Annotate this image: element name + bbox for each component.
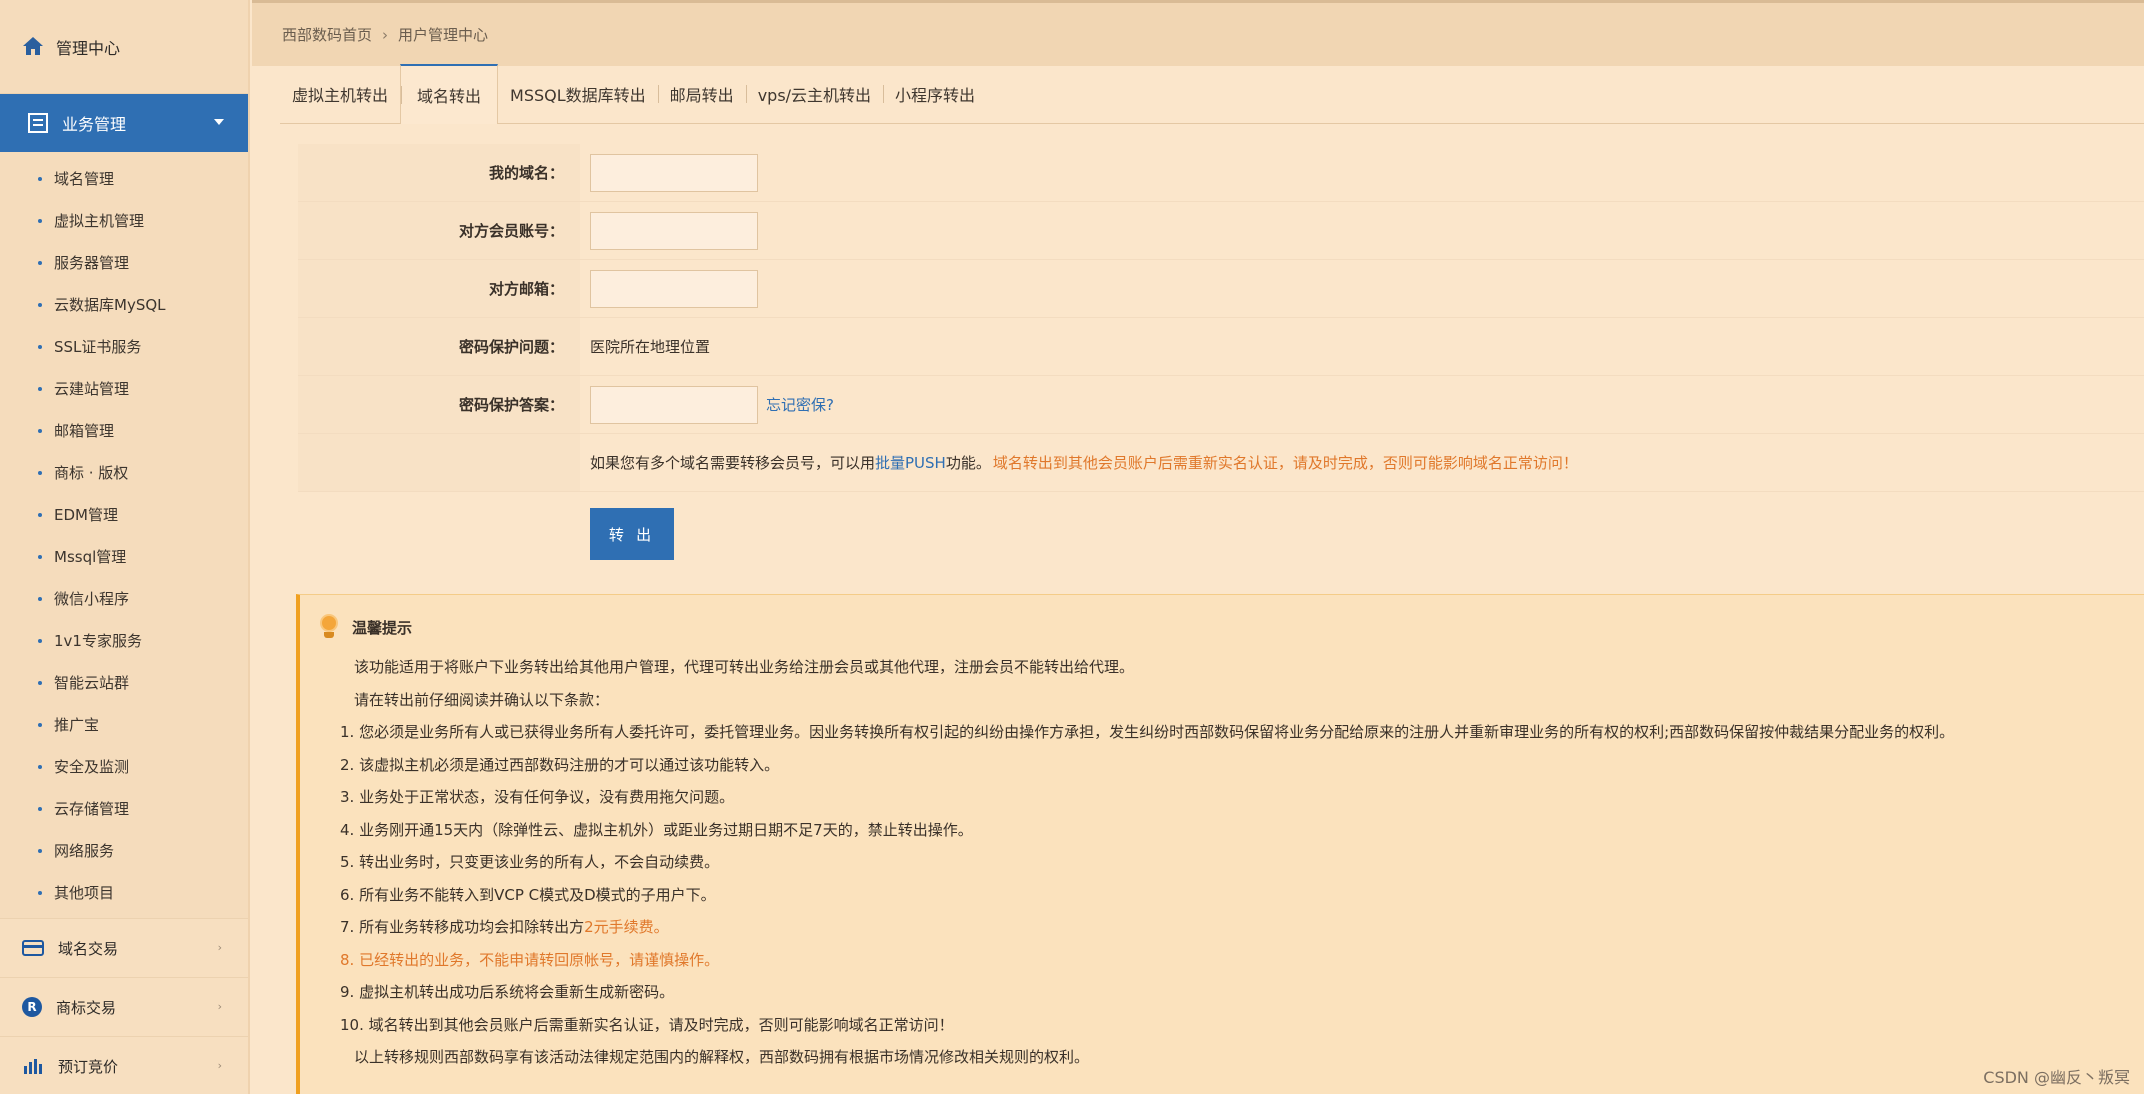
notice-prefix: 如果您有多个域名需要转移会员号，可以用 <box>590 454 876 472</box>
registered-icon: R <box>22 997 42 1017</box>
tips-header: 温馨提示 <box>318 609 2144 645</box>
sidebar-group-label: 业务管理 <box>62 115 127 134</box>
notice-label-spacer <box>298 434 580 491</box>
sidebar-group-bidding[interactable]: 预订竞价 › <box>0 1036 248 1094</box>
sidebar-item[interactable]: 智能云站群 <box>0 662 248 704</box>
sidebar-item[interactable]: 云存储管理 <box>0 788 248 830</box>
tips-footer: 以上转移规则西部数码享有该活动法律规定范围内的解释权，西部数码拥有根据市场情况修… <box>354 1048 1090 1066</box>
breadcrumb-separator: › <box>382 25 389 44</box>
sidebar-item[interactable]: 云建站管理 <box>0 368 248 410</box>
chevron-right-icon: › <box>217 941 222 954</box>
sidebar-group-business[interactable]: 业务管理 <box>0 94 248 152</box>
security-answer-label: 密码保护答案： <box>298 376 580 433</box>
lightbulb-icon <box>318 614 340 640</box>
breadcrumb-home-link[interactable]: 西部数码首页 <box>282 24 372 45</box>
tab-bar: 虚拟主机转出 域名转出 MSSQL数据库转出 邮局转出 vps/云主机转出 小程… <box>280 64 2144 124</box>
sidebar-item[interactable]: 安全及监测 <box>0 746 248 788</box>
transfer-out-button[interactable]: 转 出 <box>590 508 674 560</box>
sidebar-item[interactable]: 邮箱管理 <box>0 410 248 452</box>
tips-panel: 温馨提示 该功能适用于将账户下业务转出给其他用户管理，代理可转出业务给注册会员或… <box>296 594 2144 1094</box>
notice-mid: 功能。 <box>945 454 991 472</box>
tips-item: 7. 所有业务转移成功均会扣除转出方2元手续费。 <box>340 918 669 936</box>
security-answer-input[interactable] <box>590 385 758 424</box>
sidebar-group-label: 预订竞价 <box>58 1057 119 1076</box>
chevron-down-icon <box>214 119 224 125</box>
tips-item: 5. 转出业务时，只变更该业务的所有人，不会自动续费。 <box>340 853 720 871</box>
tips-item: 9. 虚拟主机转出成功后系统将会重新生成新密码。 <box>340 983 675 1001</box>
forgot-security-link[interactable]: 忘记密保? <box>766 394 834 415</box>
security-question-value: 医院所在地理位置 <box>590 338 711 356</box>
sidebar-item[interactable]: 微信小程序 <box>0 578 248 620</box>
bar-chart-icon <box>22 1055 44 1077</box>
sidebar-item[interactable]: 云数据库MySQL <box>0 284 248 326</box>
breadcrumb-current: 用户管理中心 <box>398 26 489 44</box>
batch-push-link[interactable]: 批量PUSH <box>875 452 946 473</box>
card-icon <box>22 937 44 959</box>
tips-item-warning: 8. 已经转出的业务，不能申请转回原帐号，请谨慎操作。 <box>340 950 720 969</box>
tips-item: 6. 所有业务不能转入到VCP C模式及D模式的子用户下。 <box>340 885 716 904</box>
tab-domain-transfer[interactable]: 域名转出 <box>400 64 499 124</box>
fee-highlight: 2元手续费。 <box>584 918 669 936</box>
sidebar-item[interactable]: 推广宝 <box>0 704 248 746</box>
chevron-right-icon: › <box>217 1059 222 1072</box>
tab-mssql-transfer[interactable]: MSSQL数据库转出 <box>498 65 658 123</box>
form-row-security-answer: 密码保护答案： 忘记密保? <box>298 376 2144 434</box>
target-account-input[interactable] <box>590 211 758 250</box>
sidebar: 管理中心 业务管理 域名管理 虚拟主机管理 服务器管理 云数据库MySQL SS… <box>0 0 250 1094</box>
sidebar-item[interactable]: 服务器管理 <box>0 242 248 284</box>
tips-title: 温馨提示 <box>352 618 413 637</box>
sidebar-item[interactable]: 网络服务 <box>0 830 248 872</box>
form-row-security-question: 密码保护问题： 医院所在地理位置 <box>298 318 2144 376</box>
form-row-my-domain: 我的域名： <box>298 144 2144 202</box>
form-row-target-account: 对方会员账号： <box>298 202 2144 260</box>
chevron-right-icon: › <box>217 1000 222 1013</box>
tab-vps-transfer[interactable]: vps/云主机转出 <box>745 65 883 123</box>
sidebar-item[interactable]: 商标 · 版权 <box>0 452 248 494</box>
tab-vhost-transfer[interactable]: 虚拟主机转出 <box>280 65 400 123</box>
tips-item: 10. 域名转出到其他会员账户后需重新实名认证，请及时完成，否则可能影响域名正常… <box>340 1015 954 1034</box>
notice-warning: 域名转出到其他会员账户后需重新实名认证，请及时完成，否则可能影响域名正常访问！ <box>992 454 1578 472</box>
tips-intro: 该功能适用于将账户下业务转出给其他用户管理，代理可转出业务给注册会员或其他代理，… <box>354 658 1135 676</box>
form-row-target-email: 对方邮箱： <box>298 260 2144 318</box>
sidebar-title: 管理中心 <box>56 38 121 58</box>
sidebar-group-label: 商标交易 <box>56 998 117 1017</box>
tips-item: 1. 您必须是业务所有人或已获得业务所有人委托许可，委托管理业务。因业务转换所有… <box>340 723 1955 741</box>
tips-body: 该功能适用于将账户下业务转出给其他用户管理，代理可转出业务给注册会员或其他代理，… <box>318 645 2144 1074</box>
my-domain-input[interactable] <box>590 153 758 192</box>
calendar-icon <box>28 113 48 133</box>
transfer-form: 我的域名： 对方会员账号： 对方邮箱： 密码保护问题： 医院所在地理位置 密码保… <box>298 144 2144 560</box>
sidebar-group-domain-trade[interactable]: 域名交易 › <box>0 918 248 977</box>
target-email-input[interactable] <box>590 269 758 308</box>
watermark: CSDN @幽反丶叛冥 <box>1983 1068 2130 1087</box>
tips-intro-2: 请在转出前仔细阅读并确认以下条款： <box>354 690 610 709</box>
security-question-label: 密码保护问题： <box>298 318 580 375</box>
tips-list: 1. 您必须是业务所有人或已获得业务所有人委托许可，委托管理业务。因业务转换所有… <box>340 716 2144 1041</box>
sidebar-item[interactable]: 1v1专家服务 <box>0 620 248 662</box>
tips-item: 4. 业务刚开通15天内（除弹性云、虚拟主机外）或距业务过期日期不足7天的，禁止… <box>340 820 973 839</box>
target-account-label: 对方会员账号： <box>298 202 580 259</box>
tab-mail-transfer[interactable]: 邮局转出 <box>657 65 746 123</box>
tips-item: 2. 该虚拟主机必须是通过西部数码注册的才可以通过该功能转入。 <box>340 755 780 774</box>
sidebar-home[interactable]: 管理中心 <box>0 0 248 94</box>
home-icon <box>22 35 46 59</box>
sidebar-item[interactable]: EDM管理 <box>0 494 248 536</box>
my-domain-label: 我的域名： <box>298 144 580 201</box>
sidebar-group-label: 域名交易 <box>58 939 119 958</box>
sidebar-item[interactable]: 其他项目 <box>0 872 248 914</box>
tips-item: 3. 业务处于正常状态，没有任何争议，没有费用拖欠问题。 <box>340 788 735 806</box>
batch-notice: 如果您有多个域名需要转移会员号，可以用 批量PUSH 功能。 域名转出到其他会员… <box>580 434 2144 491</box>
sidebar-sublist: 域名管理 虚拟主机管理 服务器管理 云数据库MySQL SSL证书服务 云建站管… <box>0 152 248 914</box>
sidebar-item[interactable]: 虚拟主机管理 <box>0 200 248 242</box>
target-email-label: 对方邮箱： <box>298 260 580 317</box>
sidebar-item[interactable]: SSL证书服务 <box>0 326 248 368</box>
tab-miniprogram-transfer[interactable]: 小程序转出 <box>883 65 987 123</box>
breadcrumb: 西部数码首页 › 用户管理中心 <box>252 0 2144 66</box>
sidebar-item[interactable]: Mssql管理 <box>0 536 248 578</box>
sidebar-group-trademark-trade[interactable]: R 商标交易 › <box>0 977 248 1036</box>
sidebar-item[interactable]: 域名管理 <box>0 158 248 200</box>
form-row-notice: 如果您有多个域名需要转移会员号，可以用 批量PUSH 功能。 域名转出到其他会员… <box>298 434 2144 492</box>
